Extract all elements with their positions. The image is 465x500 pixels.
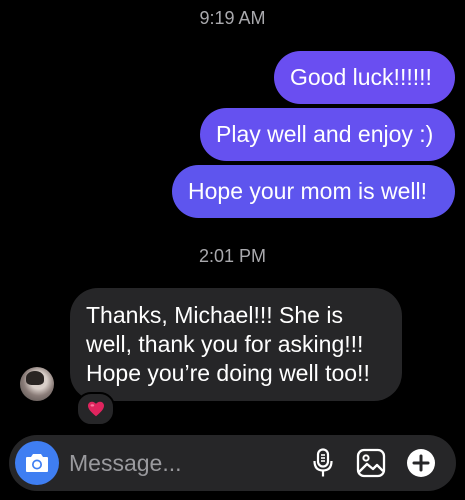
incoming-message[interactable]: Thanks, Michael!!! She is well, thank yo… — [70, 288, 402, 401]
message-composer — [9, 435, 456, 491]
add-button[interactable] — [405, 447, 437, 479]
camera-button[interactable] — [15, 441, 59, 485]
message-input[interactable] — [69, 435, 299, 491]
outgoing-message[interactable]: Play well and enjoy :) — [200, 108, 455, 161]
outgoing-message[interactable]: Good luck!!!!!! — [274, 51, 455, 104]
gallery-icon — [356, 448, 386, 478]
heart-reaction[interactable] — [76, 392, 115, 426]
avatar-hair — [26, 371, 44, 385]
plus-icon — [407, 449, 435, 477]
message-line: well, thank you for asking!!! — [86, 331, 364, 357]
gallery-button[interactable] — [355, 447, 387, 479]
timestamp: 2:01 PM — [198, 246, 267, 266]
camera-icon — [26, 454, 48, 472]
microphone-button[interactable] — [307, 447, 339, 479]
contact-avatar[interactable] — [20, 367, 54, 401]
message-line: Thanks, Michael!!! She is — [86, 302, 343, 328]
timestamp: 9:19 AM — [199, 8, 266, 28]
outgoing-message[interactable]: Hope your mom is well! — [172, 165, 455, 218]
heart-icon — [87, 401, 104, 417]
message-line: Hope you’re doing well too!! — [86, 360, 370, 386]
microphone-icon — [313, 448, 333, 477]
